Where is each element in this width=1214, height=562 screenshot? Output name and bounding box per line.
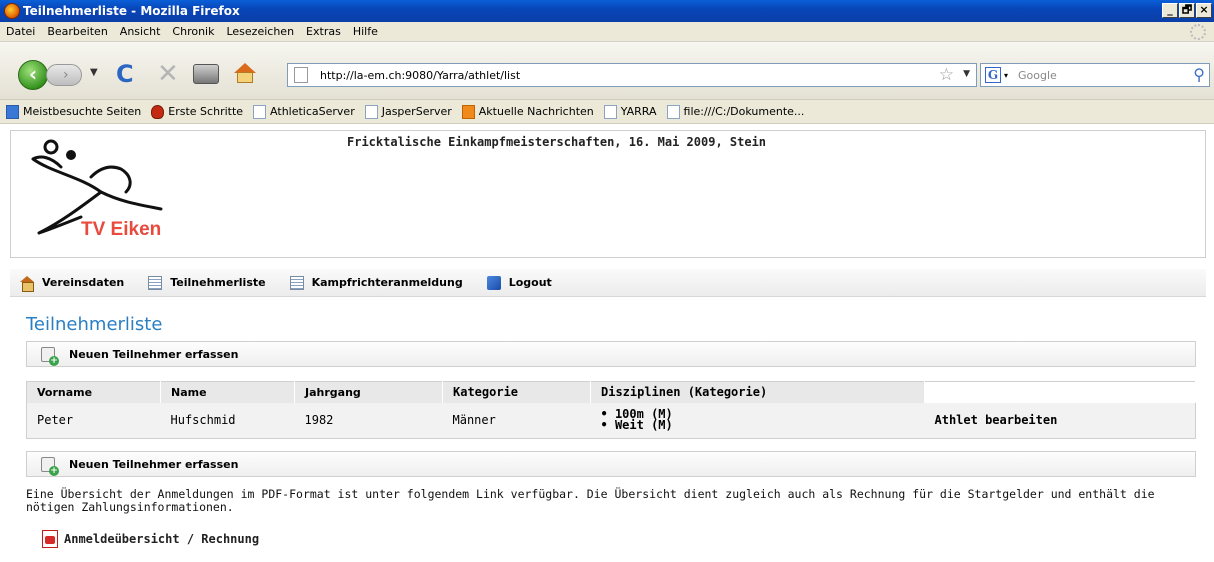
bookmark-label: JasperServer (381, 105, 452, 118)
cell-name: Hufschmid (160, 402, 295, 439)
cell-jahrgang: 1982 (294, 402, 443, 439)
add-user-icon (41, 346, 59, 366)
bookmark-label: Erste Schritte (168, 105, 244, 118)
search-input[interactable]: Google (1018, 69, 1057, 82)
page-icon (294, 67, 308, 83)
firefox-icon (4, 3, 20, 19)
rss-icon (461, 104, 475, 119)
logo-text: TV Eiken (81, 219, 162, 240)
discipline-item: • Weit (M) (600, 418, 673, 433)
add-participant-bar-bottom[interactable]: Neuen Teilnehmer erfassen (26, 451, 1196, 477)
pdf-info-text: Eine Übersicht der Anmeldungen im PDF-Fo… (26, 487, 1155, 514)
app-navigation: Vereinsdaten Teilnehmerliste Kampfrichte… (10, 269, 1206, 297)
home-icon-body[interactable] (237, 72, 253, 83)
forward-icon[interactable]: › (46, 64, 82, 86)
edit-athlete-link[interactable]: Athlet bearbeiten (924, 402, 1196, 439)
restore-button[interactable]: 🗗 (1179, 3, 1195, 18)
col-kategorie: Kategorie (442, 381, 591, 403)
bookmark-file[interactable]: file:///C:/Dokumente... (666, 104, 805, 119)
throbber-icon (1190, 24, 1206, 40)
menu-bearbeiten[interactable]: Bearbeiten (41, 25, 113, 38)
pdf-link-label[interactable]: Anmeldeübersicht / Rechnung (64, 532, 259, 546)
add-participant-bar-top[interactable]: Neuen Teilnehmer erfassen (26, 341, 1196, 367)
page-header: TV Eiken Fricktalische Einkampfmeistersc… (10, 130, 1206, 258)
menu-bar: Datei Bearbeiten Ansicht Chronik Lesezei… (0, 22, 1214, 42)
participant-table: Vorname Name Jahrgang Kategorie Diszipli… (26, 381, 1196, 439)
nav-label: Kampfrichteranmeldung (311, 276, 463, 289)
bookmark-label: AthleticaServer (270, 105, 355, 118)
page-icon (603, 104, 617, 119)
col-action (924, 381, 1196, 403)
cell-vorname: Peter (26, 402, 161, 439)
stop-icon[interactable]: ✕ (157, 60, 179, 88)
page-icon (253, 104, 267, 119)
page-content: TV Eiken Fricktalische Einkampfmeistersc… (0, 124, 1214, 562)
nav-kampfrichteranmeldung[interactable]: Kampfrichteranmeldung (289, 275, 463, 290)
bookmark-star-icon[interactable]: ☆ (939, 65, 954, 85)
table-row: Peter Hufschmid 1982 Männer • 100m (M) •… (26, 402, 1196, 439)
minimize-button[interactable]: _ (1162, 3, 1178, 18)
url-input[interactable]: http://la-em.ch:9080/Yarra/athlet/list (320, 69, 520, 82)
history-dropdown-icon[interactable]: ▼ (90, 67, 98, 78)
bookmark-jasperserver[interactable]: JasperServer (364, 104, 452, 119)
search-engine-dropdown-icon[interactable]: ▾ (1004, 71, 1008, 80)
bookmark-label: Meistbesuchte Seiten (23, 105, 142, 118)
list-icon (289, 275, 304, 290)
bookmark-erste-schritte[interactable]: Erste Schritte (151, 104, 244, 119)
window-titlebar: Teilnehmerliste - Mozilla Firefox _ 🗗 × (0, 0, 1214, 22)
house-icon (20, 275, 34, 292)
print-icon[interactable] (193, 64, 219, 84)
add-participant-button[interactable]: Neuen Teilnehmer erfassen (69, 348, 238, 361)
col-vorname: Vorname (26, 381, 161, 403)
folder-icon (6, 104, 19, 119)
search-engine-icon[interactable]: G (985, 67, 1001, 83)
menu-extras[interactable]: Extras (300, 25, 347, 38)
close-button[interactable]: × (1196, 3, 1212, 18)
search-box[interactable]: G ▾ Google ⚲ (980, 63, 1210, 87)
nav-label: Teilnehmerliste (170, 276, 266, 289)
list-icon (148, 275, 163, 290)
firefox-bookmark-icon (151, 104, 165, 119)
bookmark-athleticaserver[interactable]: AthleticaServer (253, 104, 355, 119)
cell-disziplinen: • 100m (M) • Weit (M) (590, 402, 925, 439)
add-participant-button[interactable]: Neuen Teilnehmer erfassen (69, 458, 238, 471)
nav-vereinsdaten[interactable]: Vereinsdaten (20, 275, 125, 292)
bookmark-meistbesuchte[interactable]: Meistbesuchte Seiten (6, 104, 142, 119)
search-icon[interactable]: ⚲ (1193, 65, 1205, 84)
bookmark-label: Aktuelle Nachrichten (478, 105, 594, 118)
nav-label: Vereinsdaten (42, 276, 125, 289)
bookmark-yarra[interactable]: YARRA (603, 104, 657, 119)
bookmark-label: file:///C:/Dokumente... (683, 105, 805, 118)
logout-icon (486, 275, 501, 290)
bookmark-aktuelle-nachrichten[interactable]: Aktuelle Nachrichten (461, 104, 594, 119)
url-dropdown-icon[interactable]: ▼ (963, 69, 970, 79)
menu-lesezeichen[interactable]: Lesezeichen (220, 25, 300, 38)
col-disziplinen: Disziplinen (Kategorie) (590, 381, 925, 403)
menu-chronik[interactable]: Chronik (166, 25, 220, 38)
menu-ansicht[interactable]: Ansicht (114, 25, 167, 38)
pdf-icon (42, 530, 58, 548)
bookmark-label: YARRA (620, 105, 657, 118)
nav-logout[interactable]: Logout (486, 275, 552, 290)
table-header-row: Vorname Name Jahrgang Kategorie Diszipli… (26, 381, 1196, 403)
page-icon (364, 104, 378, 119)
menu-hilfe[interactable]: Hilfe (347, 25, 384, 38)
window-title: Teilnehmerliste - Mozilla Firefox (23, 4, 240, 18)
event-title: Fricktalische Einkampfmeisterschaften, 1… (347, 135, 767, 149)
cell-kategorie: Männer (442, 402, 591, 439)
bookmarks-toolbar: Meistbesuchte Seiten Erste Schritte Athl… (0, 100, 1214, 124)
pdf-overview-link[interactable]: Anmeldeübersicht / Rechnung (42, 530, 259, 548)
nav-label: Logout (508, 276, 552, 289)
nav-teilnehmerliste[interactable]: Teilnehmerliste (148, 275, 266, 290)
menu-datei[interactable]: Datei (0, 25, 41, 38)
page-title: Teilnehmerliste (26, 314, 163, 335)
address-bar[interactable]: http://la-em.ch:9080/Yarra/athlet/list ☆… (287, 63, 977, 87)
window-controls: _ 🗗 × (1162, 3, 1212, 18)
add-user-icon (41, 456, 59, 476)
col-jahrgang: Jahrgang (294, 381, 443, 403)
col-name: Name (160, 381, 295, 403)
back-icon[interactable]: ‹ (18, 60, 48, 90)
reload-icon[interactable]: C (116, 61, 134, 87)
page-icon (666, 104, 680, 119)
